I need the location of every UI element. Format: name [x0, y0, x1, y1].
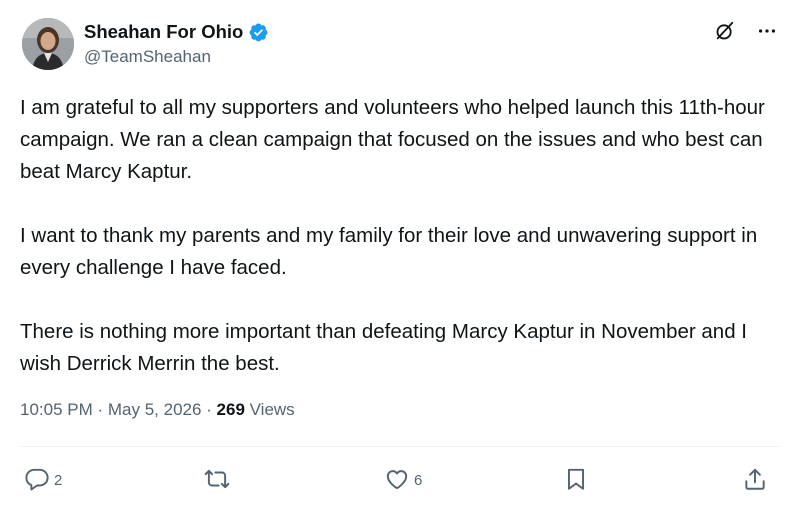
meta-separator: · — [201, 400, 217, 419]
tweet-meta: 10:05 PM · May 5, 2026 · 269 Views — [20, 400, 295, 420]
grok-icon[interactable] — [714, 20, 736, 42]
share-icon — [742, 466, 768, 496]
author-info: Sheahan For Ohio @TeamSheahan — [84, 20, 269, 67]
tweet-paragraph: There is nothing more important than def… — [20, 320, 747, 375]
bookmark-button[interactable] — [563, 466, 589, 496]
share-button[interactable] — [742, 466, 768, 496]
views-label: Views — [244, 400, 295, 419]
avatar[interactable] — [22, 18, 74, 70]
tweet-paragraph: I am grateful to all my supporters and v… — [20, 96, 765, 183]
retweet-button[interactable] — [203, 466, 235, 496]
tweet-paragraph: I want to thank my parents and my family… — [20, 224, 758, 279]
top-actions — [714, 20, 778, 42]
like-count: 6 — [414, 472, 423, 489]
retweet-icon — [203, 466, 231, 496]
action-bar: 2 6 — [0, 466, 800, 498]
like-button[interactable]: 6 — [384, 466, 422, 496]
tweet-card: Sheahan For Ohio @TeamSheahan I am grate… — [0, 0, 800, 514]
views-count[interactable]: 269 — [217, 400, 245, 419]
divider — [20, 446, 780, 447]
verified-badge-icon — [248, 22, 269, 43]
reply-button[interactable]: 2 — [24, 466, 62, 496]
handle[interactable]: @TeamSheahan — [84, 47, 269, 67]
more-options-icon[interactable] — [756, 20, 778, 42]
timestamp-date[interactable]: May 5, 2026 — [108, 400, 202, 419]
display-name[interactable]: Sheahan For Ohio — [84, 21, 243, 43]
reply-icon — [24, 466, 50, 496]
meta-separator: · — [92, 400, 108, 419]
reply-count: 2 — [54, 472, 63, 489]
avatar-image — [22, 18, 74, 70]
name-row: Sheahan For Ohio — [84, 20, 269, 44]
tweet-text: I am grateful to all my supporters and v… — [20, 92, 790, 412]
like-icon — [384, 466, 410, 496]
timestamp-time[interactable]: 10:05 PM — [20, 400, 93, 419]
bookmark-icon — [563, 466, 589, 496]
